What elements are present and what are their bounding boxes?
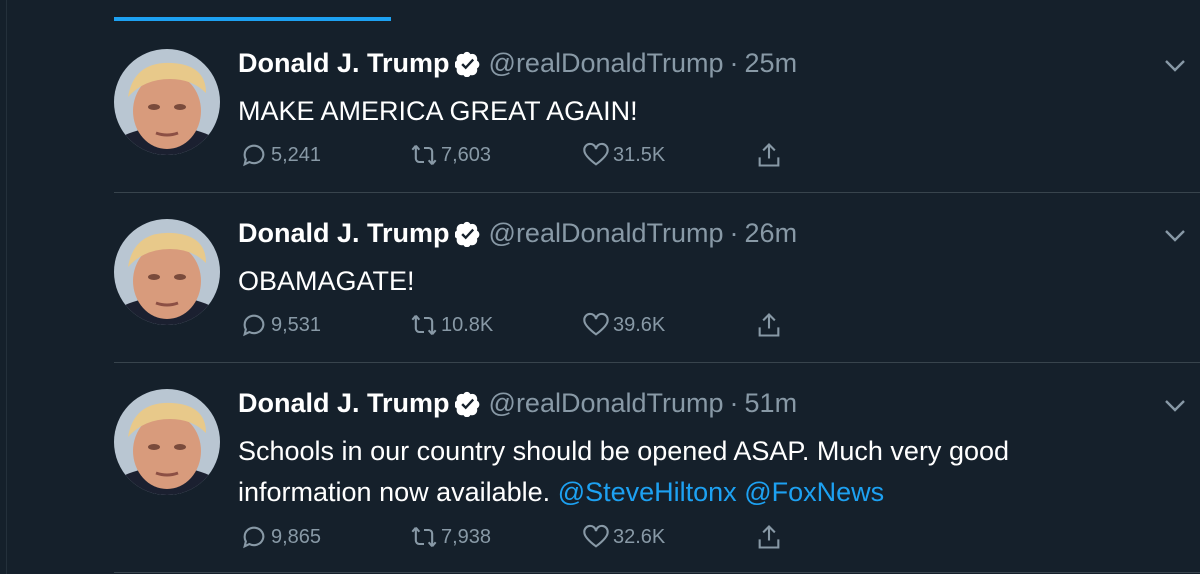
reply-bubble-icon: [243, 314, 265, 337]
tweet-header: Donald J. Trump @realDonaldTrump · 26m: [238, 215, 797, 251]
verified-badge-icon: [454, 221, 479, 247]
display-name[interactable]: Donald J. Trump: [238, 388, 450, 418]
reply-bubble-icon: [243, 144, 265, 167]
reply-button[interactable]: 9,865: [240, 522, 321, 552]
share-button[interactable]: [755, 522, 786, 552]
timestamp[interactable]: 26m: [745, 218, 798, 248]
reply-button[interactable]: 5,241: [240, 140, 321, 170]
heart-icon: [583, 524, 609, 548]
verified-badge-icon: [454, 51, 479, 77]
avatar[interactable]: [114, 219, 220, 325]
retweet-button[interactable]: 7,938: [410, 522, 491, 552]
separator: ·: [729, 48, 739, 78]
share-icon: [758, 313, 780, 337]
user-handle[interactable]: @realDonaldTrump: [489, 48, 724, 78]
retweet-icon: [411, 144, 437, 166]
user-handle[interactable]: @realDonaldTrump: [489, 388, 724, 418]
retweet-count: 10.8K: [441, 313, 494, 336]
tweet-divider: [114, 572, 1200, 573]
separator: ·: [729, 388, 739, 418]
reply-bubble-icon: [243, 526, 265, 549]
tweet-header: Donald J. Trump @realDonaldTrump · 25m: [238, 45, 797, 81]
tweet-text: MAKE AMERICA GREAT AGAIN!: [238, 91, 1138, 132]
avatar[interactable]: [114, 389, 220, 495]
like-button[interactable]: 39.6K: [582, 310, 665, 340]
share-button[interactable]: [755, 140, 786, 170]
mention-link[interactable]: @FoxNews: [744, 477, 884, 507]
tweet[interactable]: Donald J. Trump @realDonaldTrump · 51m Scho…: [0, 387, 1200, 557]
share-icon: [758, 525, 780, 549]
separator: ·: [729, 218, 739, 248]
display-name[interactable]: Donald J. Trump: [238, 218, 450, 248]
like-count: 31.5K: [613, 143, 666, 166]
heart-icon: [583, 312, 609, 336]
retweet-button[interactable]: 10.8K: [410, 310, 493, 340]
chevron-down-icon[interactable]: [1164, 59, 1186, 73]
mention-link[interactable]: @SteveHiltonx: [558, 477, 737, 507]
like-button[interactable]: 32.6K: [582, 522, 665, 552]
chevron-down-icon[interactable]: [1164, 229, 1186, 243]
reply-count: 5,241: [271, 143, 322, 166]
timestamp[interactable]: 25m: [745, 48, 798, 78]
heart-icon: [583, 142, 609, 166]
reply-count: 9,865: [271, 525, 322, 548]
tweet-text: OBAMAGATE!: [238, 261, 1138, 302]
tweet-text-content: OBAMAGATE!: [238, 266, 415, 296]
retweet-icon: [411, 526, 437, 548]
like-button[interactable]: 31.5K: [582, 140, 665, 170]
user-handle[interactable]: @realDonaldTrump: [489, 218, 724, 248]
share-icon: [758, 143, 780, 167]
timestamp[interactable]: 51m: [745, 388, 798, 418]
display-name[interactable]: Donald J. Trump: [238, 48, 450, 78]
reply-count: 9,531: [271, 313, 322, 336]
verified-badge-icon: [454, 391, 479, 417]
like-count: 32.6K: [613, 525, 666, 548]
retweet-count: 7,603: [441, 143, 492, 166]
tweet-divider: [114, 362, 1200, 363]
share-button[interactable]: [755, 310, 786, 340]
like-count: 39.6K: [613, 313, 666, 336]
active-tab-indicator: [114, 17, 391, 21]
retweet-button[interactable]: 7,603: [410, 140, 491, 170]
tweet-text-content: MAKE AMERICA GREAT AGAIN!: [238, 96, 638, 126]
chevron-down-icon[interactable]: [1164, 399, 1186, 413]
reply-button[interactable]: 9,531: [240, 310, 321, 340]
tweet-text: Schools in our country should be opened …: [238, 431, 1138, 513]
tweet-divider: [114, 192, 1200, 193]
retweet-count: 7,938: [441, 525, 492, 548]
retweet-icon: [411, 314, 437, 336]
avatar[interactable]: [114, 49, 220, 155]
tweet-header: Donald J. Trump @realDonaldTrump · 51m: [238, 385, 797, 421]
